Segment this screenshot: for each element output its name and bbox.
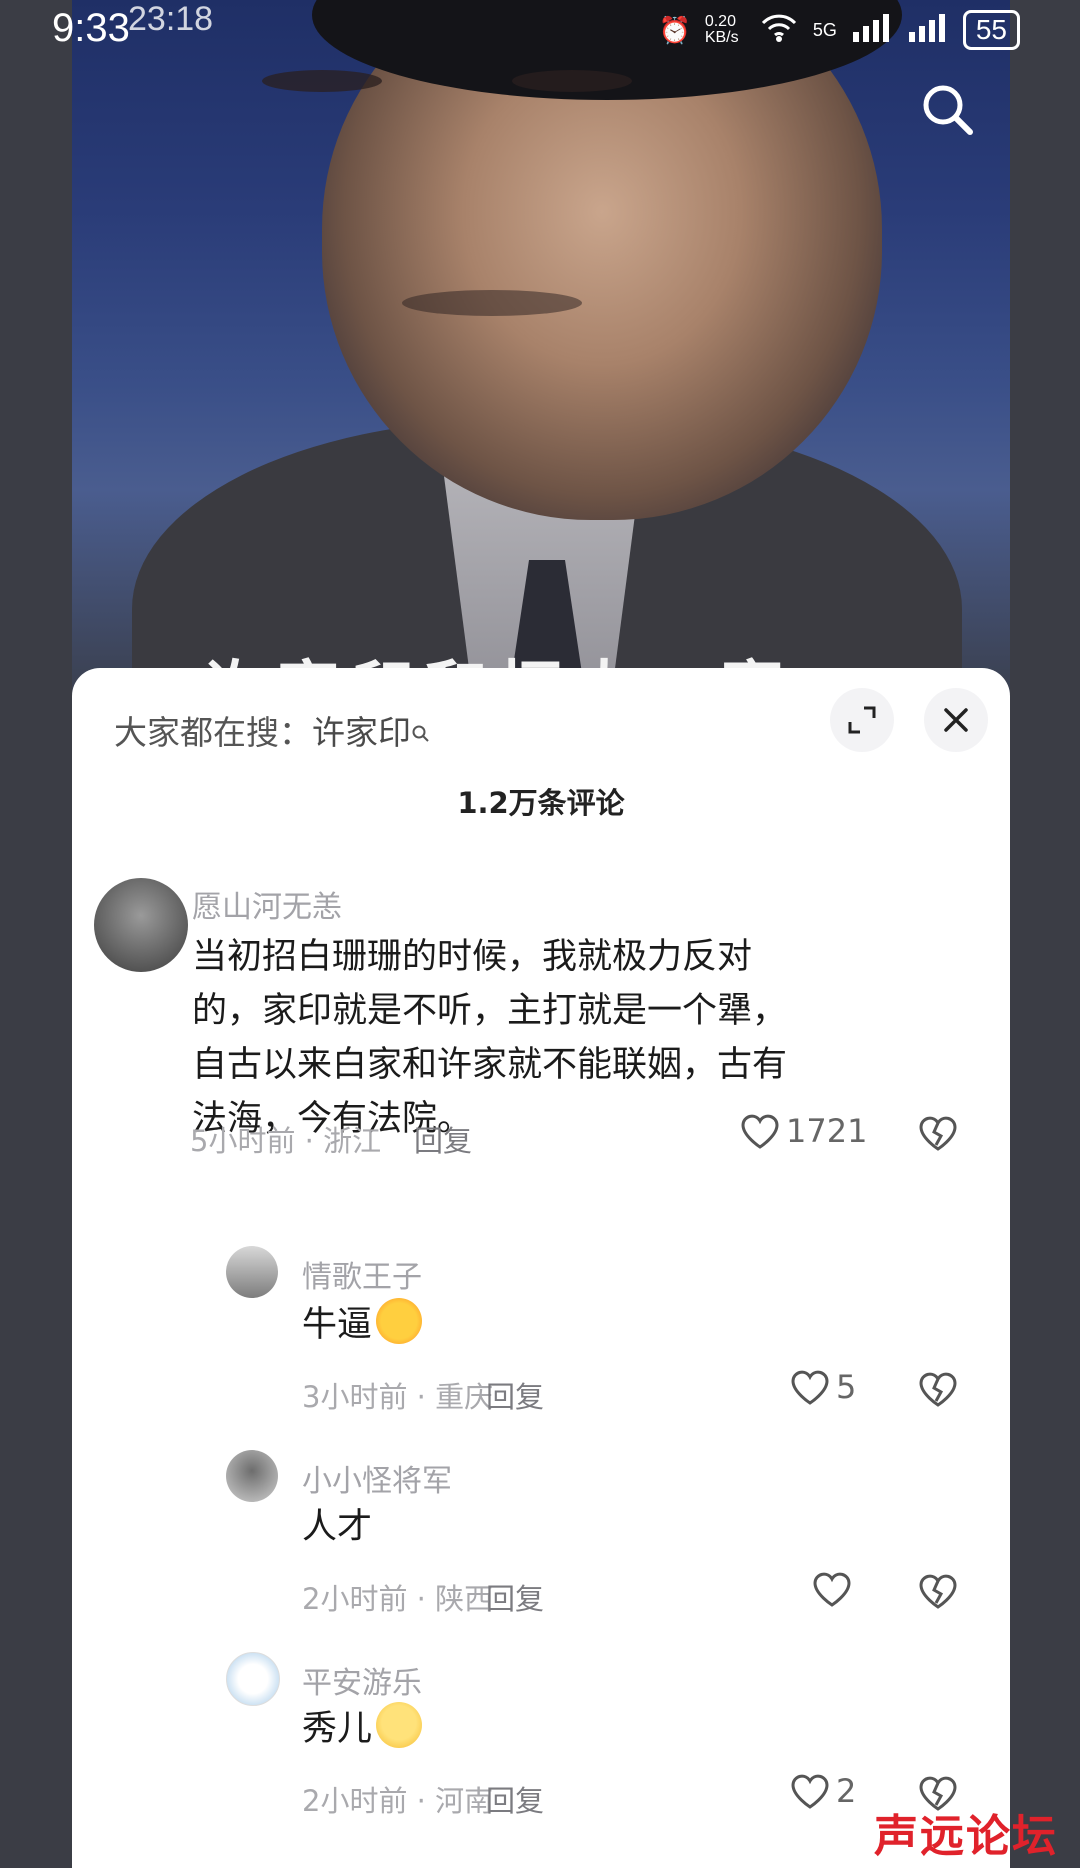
dislike-button[interactable]	[918, 1114, 958, 1156]
status-icons: ⏰ 0.20 KB/s 5G 55	[658, 10, 1020, 50]
search-icon[interactable]	[918, 80, 978, 140]
comment-username[interactable]: 小小怪将军	[302, 1456, 452, 1500]
status-overlay-time: 23:18	[128, 0, 214, 38]
network-rate: 0.20 KB/s	[704, 13, 739, 46]
comment-location: 陕西	[435, 1582, 494, 1616]
status-bar: 9:33 23:18 ⏰ 0.20 KB/s 5G 55	[0, 0, 1080, 60]
like-button[interactable]: 1721	[740, 1112, 867, 1150]
meta-separator: ·	[416, 1582, 426, 1616]
dislike-button[interactable]	[918, 1572, 958, 1614]
comment-time: 3小时前	[302, 1380, 408, 1414]
comment-text: 牛逼	[302, 1305, 373, 1345]
close-button[interactable]	[924, 688, 988, 752]
meta-separator: ·	[416, 1380, 426, 1414]
like-count: 1721	[786, 1112, 868, 1150]
comment-username[interactable]: 平安游乐	[302, 1658, 422, 1702]
dislike-button[interactable]	[918, 1370, 958, 1412]
reply-button[interactable]: 回复	[486, 1778, 544, 1820]
heart-icon	[791, 1774, 829, 1809]
like-count: 5	[836, 1368, 857, 1406]
comments-panel: 大家都在搜：许家印 1.2万条评论 愿山河无恙 当初招白珊珊的时候，我就极力反对…	[72, 668, 1010, 1868]
like-button[interactable]	[812, 1570, 858, 1608]
comment-meta: 2小时前 · 陕西	[302, 1576, 493, 1618]
search-suggestion-keyword[interactable]: 许家印	[312, 713, 411, 752]
avatar[interactable]	[226, 1652, 280, 1706]
comment-count: 1.2万条评论	[457, 786, 625, 820]
close-icon	[944, 708, 968, 732]
screen: 许家印和恒大…案 9:33 23:18 ⏰ 0.20 KB/s 5G 55 大家…	[0, 0, 1080, 1868]
video-figure-mouth	[402, 290, 582, 316]
meta-separator: ·	[416, 1784, 426, 1818]
comment-text: 当初招白珊珊的时候，我就极力反对的，家印就是不听，主打就是一个犟，自古以来白家和…	[192, 937, 788, 1139]
comment-time: 2小时前	[302, 1784, 408, 1818]
wifi-icon	[759, 11, 799, 50]
comment-text: 秀儿	[302, 1709, 373, 1749]
signal-icon-2	[907, 12, 949, 49]
comment-location: 浙江	[323, 1124, 382, 1158]
battery-indicator: 55	[962, 10, 1020, 50]
like-button[interactable]: 5	[790, 1368, 856, 1406]
like-count: 2	[836, 1772, 857, 1810]
comment-text: 人才	[302, 1507, 373, 1547]
avatar[interactable]	[226, 1450, 278, 1502]
thumbs-up-emoji-icon	[376, 1298, 423, 1344]
signal-icon	[851, 12, 893, 49]
avatar[interactable]	[94, 878, 188, 972]
reply-button[interactable]: 回复	[486, 1576, 544, 1618]
status-time: 9:33	[52, 6, 130, 50]
meta-separator: ·	[304, 1124, 314, 1158]
right-backdrop	[1010, 0, 1080, 1868]
comment-location: 重庆	[435, 1380, 494, 1414]
comment-text-row: 秀儿	[302, 1702, 423, 1756]
broken-heart-icon	[919, 1574, 957, 1609]
reply-button[interactable]: 回复	[414, 1118, 472, 1160]
comment-username[interactable]: 情歌王子	[302, 1252, 422, 1296]
comment-time: 2小时前	[302, 1582, 408, 1616]
watermark-logo: 声远论坛	[874, 1811, 1058, 1862]
comment-time: 5小时前	[190, 1124, 296, 1158]
blush-face-emoji-icon	[376, 1702, 423, 1748]
expand-icon	[848, 706, 876, 734]
heart-icon	[813, 1572, 851, 1607]
left-backdrop	[0, 0, 72, 1868]
like-button[interactable]: 2	[790, 1772, 856, 1810]
heart-icon	[741, 1114, 779, 1149]
comment-username[interactable]: 愿山河无恙	[192, 882, 342, 926]
network-type: 5G	[812, 19, 837, 40]
comment-meta: 3小时前 · 重庆	[302, 1374, 493, 1416]
comment-text-row: 牛逼	[302, 1298, 423, 1352]
expand-button[interactable]	[830, 688, 894, 752]
comment-location: 河南	[435, 1784, 494, 1818]
video-figure-eye-right	[512, 70, 632, 92]
comment-meta: 5小时前 · 浙江	[190, 1118, 381, 1160]
small-search-icon	[411, 713, 431, 752]
alarm-icon: ⏰	[658, 14, 691, 45]
heart-icon	[791, 1370, 829, 1405]
video-figure-eye-left	[262, 70, 382, 92]
comment-meta: 2小时前 · 河南	[302, 1778, 493, 1820]
broken-heart-icon	[919, 1372, 957, 1407]
reply-button[interactable]: 回复	[486, 1374, 544, 1416]
broken-heart-icon	[919, 1116, 957, 1151]
video-player[interactable]: 许家印和恒大…案	[72, 0, 1010, 700]
avatar[interactable]	[226, 1246, 278, 1298]
search-suggestion-prefix: 大家都在搜：	[114, 713, 312, 752]
search-suggestion[interactable]: 大家都在搜：许家印	[114, 706, 431, 754]
